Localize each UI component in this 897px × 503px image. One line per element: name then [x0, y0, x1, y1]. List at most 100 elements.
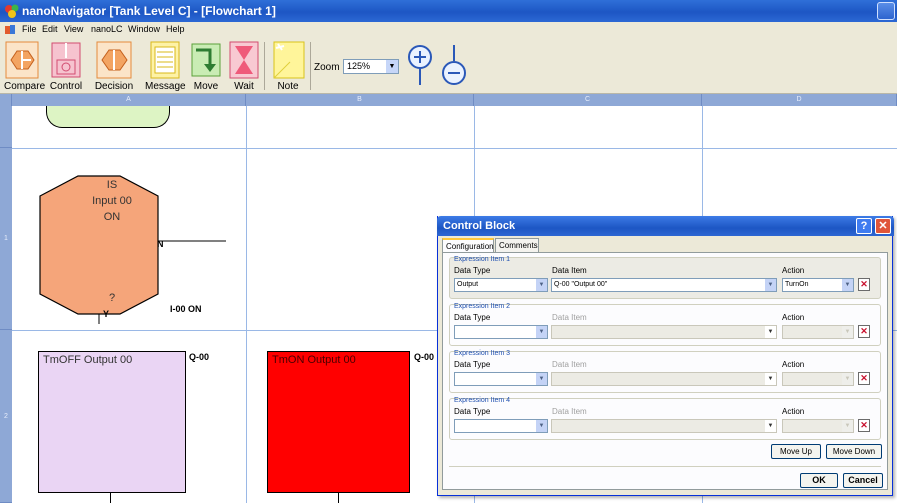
corner-header	[0, 94, 12, 106]
delete-item-button[interactable]: ✕	[858, 325, 870, 338]
control-block-on[interactable]: TmON Output 00	[267, 351, 410, 493]
data-item-label: Data Item	[552, 266, 587, 275]
menu-view[interactable]: View	[64, 24, 83, 34]
control-label: Control	[49, 81, 83, 92]
row-header-2[interactable]: 2	[0, 330, 12, 503]
delete-item-button[interactable]: ✕	[858, 419, 870, 432]
wait-tool[interactable]: Wait	[228, 40, 260, 92]
decision-tag: I-00 ON	[170, 304, 202, 314]
title-bar: nanoNavigator [Tank Level C] - [Flowchar…	[0, 0, 897, 22]
data-type-select[interactable]: ▼	[454, 419, 548, 433]
action-value: TurnOn	[785, 281, 809, 288]
zoom-out-icon[interactable]	[440, 43, 468, 87]
chevron-down-icon: ▼	[536, 279, 547, 291]
data-item-select[interactable]: Q-00 "Output 00" ▼	[551, 278, 777, 292]
compare-tool[interactable]: Compare	[4, 40, 45, 92]
column-header-b[interactable]: B	[246, 94, 474, 106]
expression-item-3-title: Expression Item 3	[454, 350, 511, 357]
control-block-off[interactable]: TmOFF Output 00	[38, 351, 186, 493]
data-type-select[interactable]: ▼	[454, 372, 548, 386]
control-block-on-tag: Q-00	[414, 352, 435, 362]
expression-item-2: Expression Item 2 Data Type Data Item Ac…	[449, 303, 881, 346]
tab-comments[interactable]: Comments	[495, 238, 539, 253]
note-label: Note	[277, 81, 299, 92]
action-label: Action	[782, 266, 805, 275]
chevron-down-icon: ▼	[386, 60, 398, 73]
column-header-a[interactable]: A	[12, 94, 246, 106]
start-block[interactable]	[46, 106, 170, 128]
column-header-d[interactable]: D	[702, 94, 897, 106]
note-icon	[273, 41, 305, 79]
dialog-title-bar[interactable]: Control Block ? ✕	[437, 216, 894, 236]
data-type-value: Output	[457, 281, 479, 288]
move-tool[interactable]: Move	[188, 40, 224, 92]
action-select[interactable]: TurnOn ▼	[782, 278, 854, 292]
menu-window[interactable]: Window	[128, 24, 160, 34]
chevron-down-icon: ▼	[765, 326, 776, 338]
control-tool[interactable]: Control	[48, 40, 84, 92]
data-item-label: Data Item	[552, 407, 587, 416]
ok-button[interactable]: OK	[800, 473, 838, 488]
delete-item-button[interactable]: ✕	[858, 372, 870, 385]
tab-configuration[interactable]: Configuration	[442, 238, 494, 253]
yes-branch-label: Y	[103, 309, 110, 319]
delete-item-button[interactable]: ✕	[858, 278, 870, 291]
note-tool[interactable]: Note	[268, 40, 308, 92]
menu-nanolc[interactable]: nanoLC	[91, 24, 123, 34]
expression-item-1-title: Expression Item 1	[454, 256, 511, 263]
expression-item-1: Expression Item 1 Data Type Data Item Ac…	[449, 256, 881, 299]
minimize-button[interactable]	[877, 2, 895, 20]
data-item-select: ▼	[551, 372, 777, 386]
grid-line	[246, 106, 247, 503]
control-block-off-text: TmOFF Output 00	[43, 354, 133, 366]
expression-item-2-title: Expression Item 2	[454, 303, 511, 310]
chevron-down-icon: ▼	[765, 279, 776, 291]
decision-line3: ON	[103, 211, 121, 223]
data-item-select: ▼	[551, 419, 777, 433]
help-button[interactable]: ?	[856, 218, 872, 234]
document-icon	[5, 25, 15, 34]
action-label: Action	[782, 407, 805, 416]
chevron-down-icon: ▼	[765, 420, 776, 432]
menu-file[interactable]: File	[22, 24, 37, 34]
zoom-label: Zoom	[314, 62, 340, 73]
column-header-c[interactable]: C	[474, 94, 702, 106]
action-select: ▼	[782, 325, 854, 339]
zoom-select[interactable]: 125% ▼	[343, 59, 399, 74]
message-tool[interactable]: Message	[145, 40, 186, 92]
chevron-down-icon: ▼	[536, 420, 547, 432]
row-header-1[interactable]: 1	[0, 148, 12, 330]
data-item-value: Q-00 "Output 00"	[554, 281, 608, 288]
menu-edit[interactable]: Edit	[42, 24, 58, 34]
grid-line	[12, 148, 897, 149]
data-item-label: Data Item	[552, 360, 587, 369]
data-type-select[interactable]: ▼	[454, 325, 548, 339]
control-block-off-tag: Q-00	[189, 352, 210, 362]
hourglass-icon	[229, 41, 259, 79]
move-up-button[interactable]: Move Up	[771, 444, 821, 459]
window-title: nanoNavigator [Tank Level C] - [Flowchar…	[22, 4, 276, 18]
decision-line1: IS	[106, 179, 118, 191]
toolbar: Compare Control Decision Message Move Wa…	[0, 38, 897, 94]
move-icon	[191, 43, 221, 77]
message-icon	[150, 41, 180, 79]
expression-item-4-title: Expression Item 4	[454, 397, 511, 404]
data-type-label: Data Type	[454, 360, 491, 369]
configuration-panel: Expression Item 1 Data Type Data Item Ac…	[442, 252, 888, 490]
cancel-button[interactable]: Cancel	[843, 473, 883, 488]
menu-bar: File Edit View nanoLC Window Help	[0, 22, 897, 38]
action-label: Action	[782, 360, 805, 369]
chevron-down-icon: ▼	[842, 279, 853, 291]
menu-help[interactable]: Help	[166, 24, 185, 34]
move-down-button[interactable]: Move Down	[826, 444, 882, 459]
wait-label: Wait	[234, 81, 254, 92]
data-type-select[interactable]: Output ▼	[454, 278, 548, 292]
decision-tool[interactable]: Decision	[94, 40, 134, 92]
close-button[interactable]: ✕	[875, 218, 891, 234]
chevron-down-icon: ▼	[842, 420, 853, 432]
zoom-in-icon[interactable]	[406, 43, 434, 87]
compare-icon	[5, 41, 39, 79]
zoom-value: 125%	[347, 61, 371, 71]
compare-label: Compare	[4, 81, 46, 92]
chevron-down-icon: ▼	[842, 373, 853, 385]
